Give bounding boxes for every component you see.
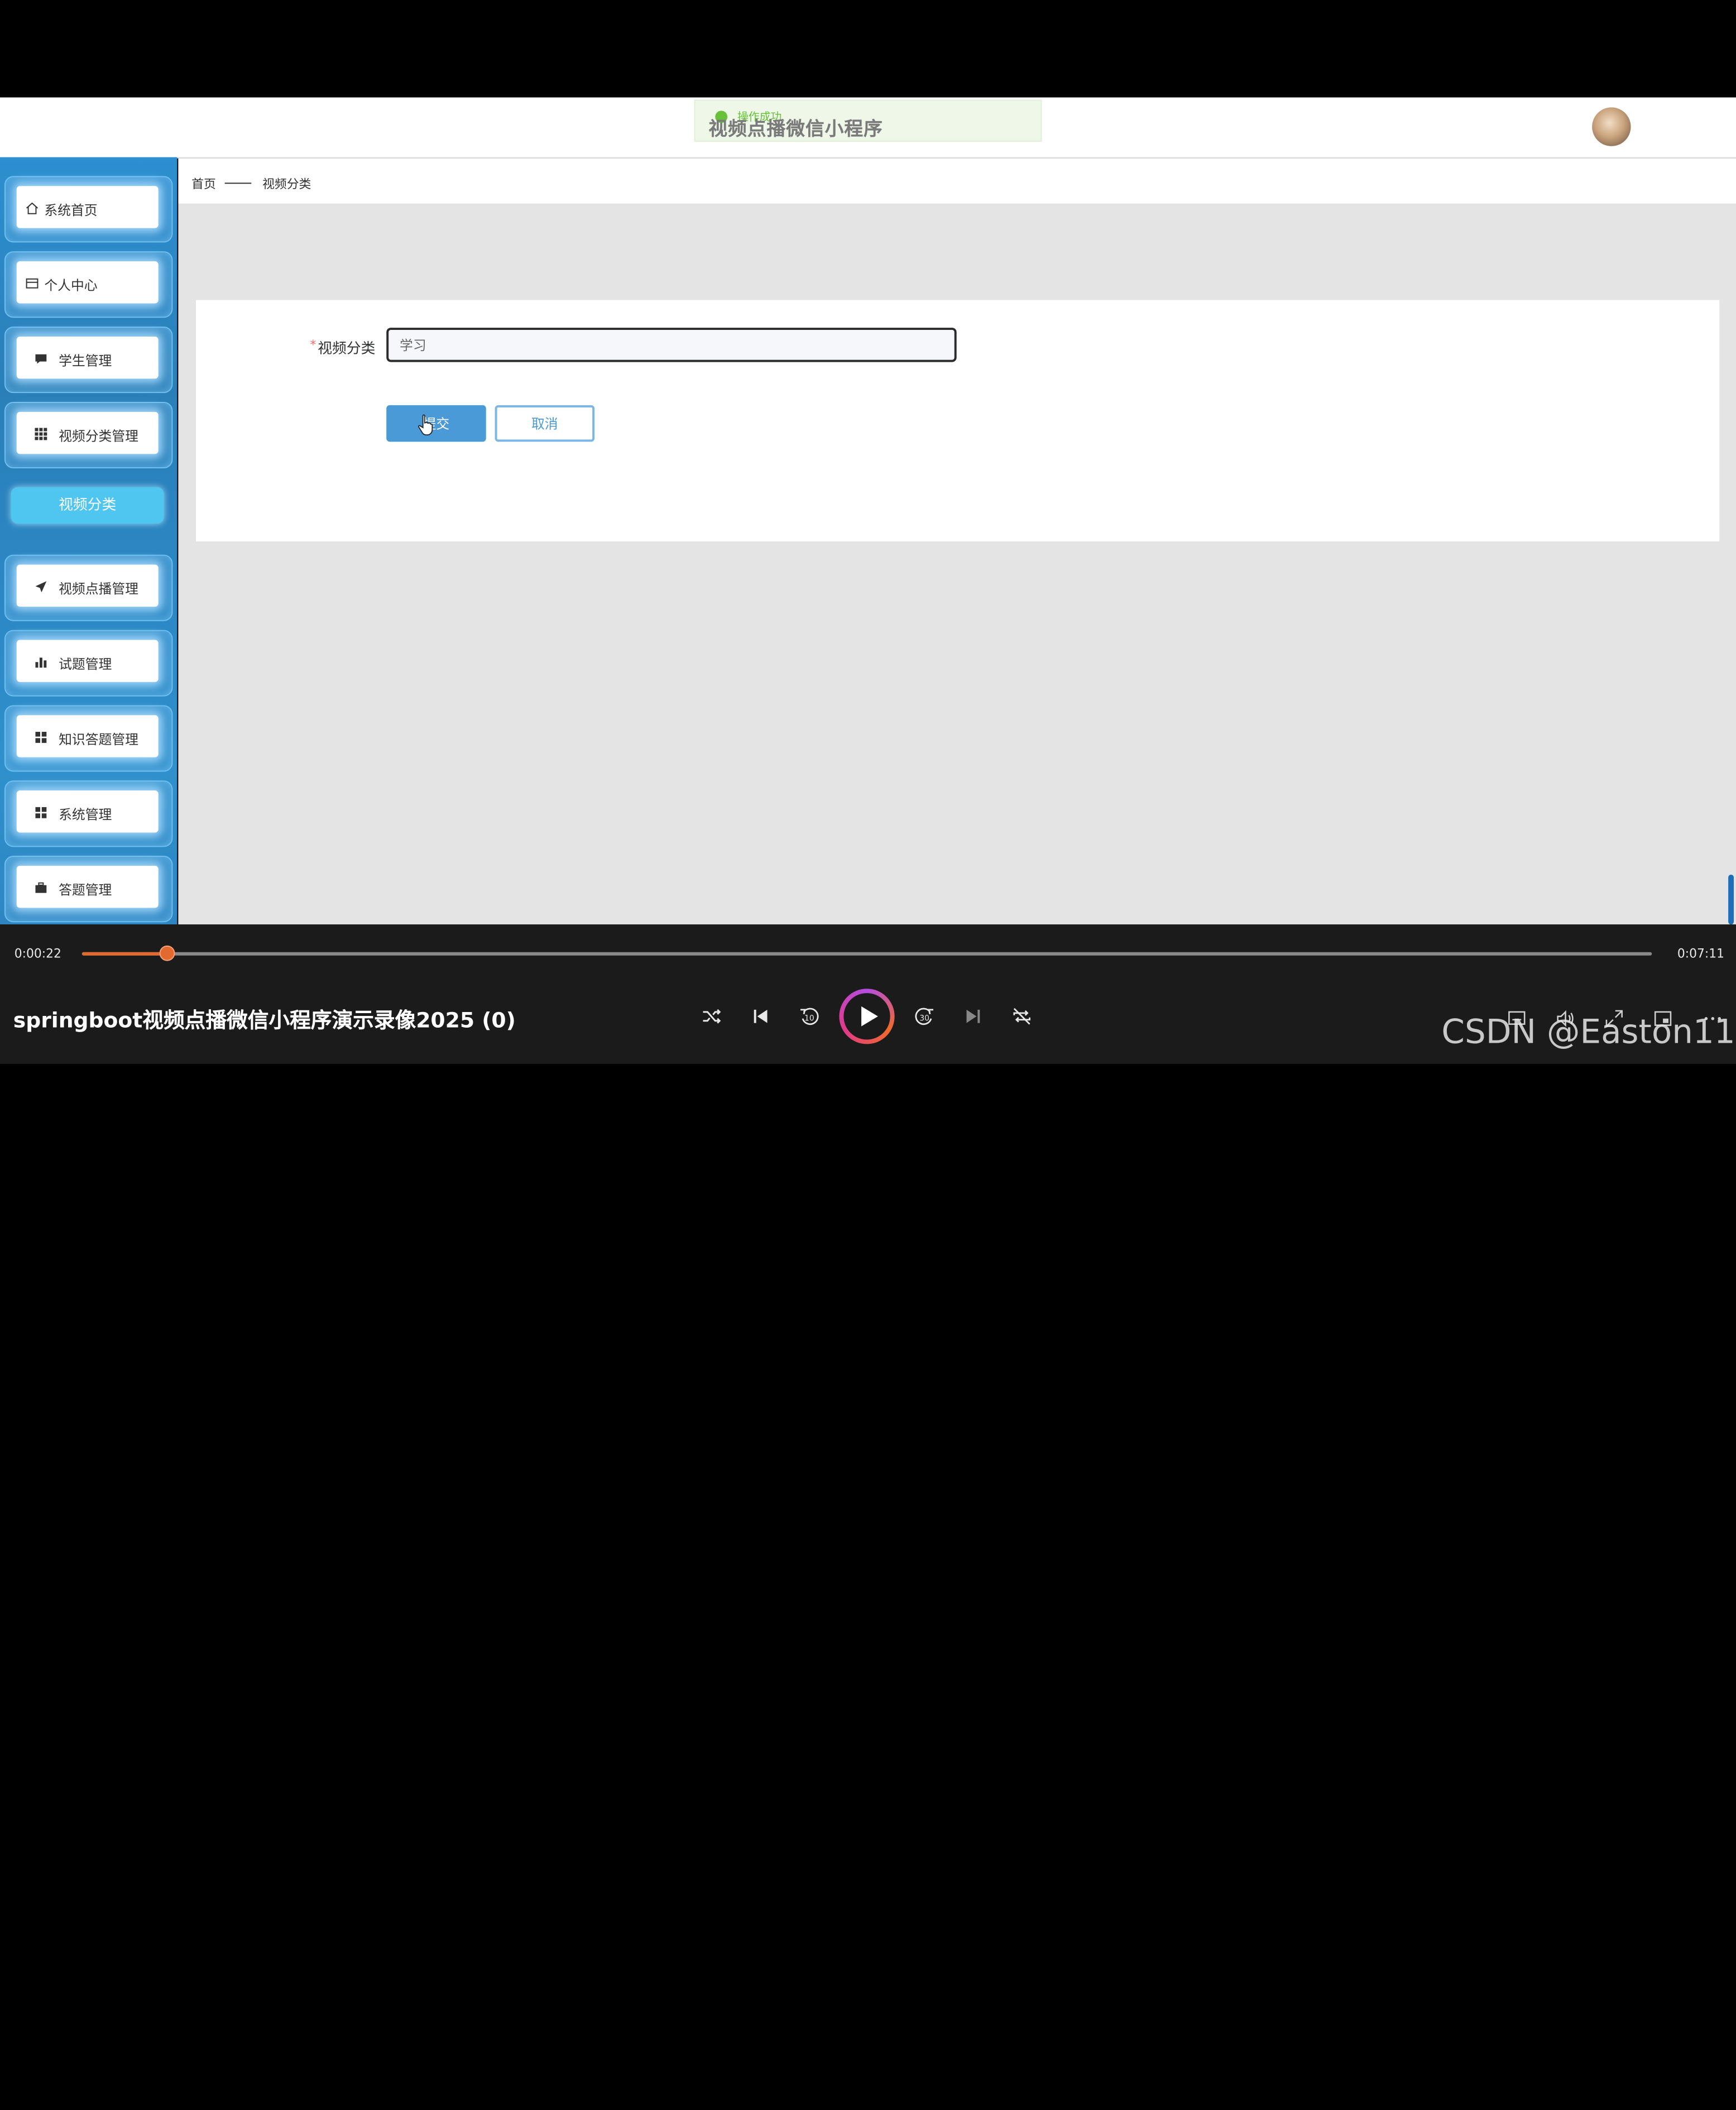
category-field-label: 视频分类 [318, 341, 376, 358]
sidebar-subitem-video-category[interactable]: 视频分类 [11, 487, 164, 524]
sidebar-item-label: 知识答题管理 [59, 732, 138, 747]
screen: 操作成功 视频点播微信小程序 系统首页 个人中心 学生管理 视频分类管理 视频分… [0, 0, 1736, 2110]
sidebar-item-questions-frame: 试题管理 [4, 630, 173, 697]
sidebar-item-answers[interactable]: 答题管理 [16, 866, 159, 908]
sidebar-item-system[interactable]: 系统管理 [16, 790, 159, 833]
category-input[interactable] [386, 328, 957, 362]
grid-icon [34, 428, 47, 441]
video-title: springboot视频点播微信小程序演示录像2025 (0) [13, 1008, 516, 1033]
breadcrumb: 首页 视频分类 [178, 158, 1736, 204]
next-icon[interactable] [961, 1004, 986, 1029]
top-black-bar [0, 0, 1736, 98]
sidebar-item-video-mgmt-frame: 视频点播管理 [4, 554, 173, 621]
sidebar-item-profile[interactable]: 个人中心 [16, 261, 159, 304]
home-icon [26, 202, 39, 215]
sidebar-item-label: 系统管理 [59, 807, 112, 823]
cancel-button[interactable]: 取消 [495, 405, 595, 442]
apps-icon [34, 806, 47, 819]
sidebar-item-label: 系统首页 [44, 202, 98, 218]
sidebar-item-label: 个人中心 [44, 277, 98, 294]
sidebar-item-category-mgmt[interactable]: 视频分类管理 [16, 411, 159, 454]
video-player-bar: 0:00:22 0:07:11 springboot视频点播微信小程序演示录像2… [0, 924, 1736, 1064]
app-header: 操作成功 视频点播微信小程序 [0, 97, 1736, 159]
breadcrumb-separator [224, 183, 252, 184]
play-button-inner [843, 993, 890, 1040]
current-time: 0:00:22 [14, 946, 61, 961]
skip-back-label: 10 [804, 1014, 814, 1023]
sidebar-item-home[interactable]: 系统首页 [16, 186, 159, 228]
sidebar-item-label: 视频分类管理 [59, 428, 138, 444]
seek-bar[interactable] [81, 945, 1652, 961]
sidebar-item-label: 学生管理 [59, 353, 112, 369]
skip-forward-icon[interactable]: 30 [912, 1004, 937, 1029]
app-title: 视频点播微信小程序 [708, 118, 883, 141]
sidebar-item-label: 答题管理 [59, 882, 112, 898]
total-time: 0:07:11 [1677, 946, 1724, 961]
skip-back-icon[interactable]: 10 [797, 1004, 822, 1029]
chat-icon [34, 352, 47, 366]
repeat-icon[interactable] [1010, 1004, 1034, 1029]
required-mark: * [310, 337, 316, 352]
briefcase-icon [34, 881, 47, 895]
bar-chart-icon [34, 655, 47, 669]
apps-icon [34, 731, 47, 744]
shuffle-icon[interactable] [700, 1004, 725, 1029]
play-icon [861, 1006, 878, 1027]
hand-cursor-icon [418, 414, 433, 435]
sidebar-item-students[interactable]: 学生管理 [16, 336, 159, 379]
breadcrumb-current: 视频分类 [262, 177, 311, 192]
sidebar-item-home-frame: 系统首页 [4, 176, 173, 243]
avatar[interactable] [1592, 107, 1631, 146]
sidebar-item-answers-frame: 答题管理 [4, 856, 173, 923]
play-button[interactable] [839, 989, 895, 1044]
form-card: * 视频分类 提交 取消 [196, 300, 1720, 541]
main-content: * 视频分类 提交 取消 [178, 203, 1736, 925]
user-card-icon [26, 277, 39, 290]
sidebar: 系统首页 个人中心 学生管理 视频分类管理 视频分类 视频点播管理 试题管理 知… [0, 157, 178, 925]
skip-forward-label: 30 [919, 1014, 929, 1023]
sidebar-item-quiz-mgmt-frame: 知识答题管理 [4, 705, 173, 772]
sidebar-item-system-frame: 系统管理 [4, 780, 173, 847]
sidebar-item-label: 视频点播管理 [59, 581, 138, 597]
previous-icon[interactable] [749, 1004, 773, 1029]
watermark: CSDN @Easton111 [1441, 1013, 1736, 1052]
sidebar-item-quiz-mgmt[interactable]: 知识答题管理 [16, 715, 159, 757]
sidebar-item-video-mgmt[interactable]: 视频点播管理 [16, 564, 159, 607]
sidebar-item-questions[interactable]: 试题管理 [16, 640, 159, 682]
submit-button[interactable]: 提交 [386, 405, 486, 442]
seek-progress [81, 952, 167, 956]
send-icon [34, 580, 47, 593]
scrollbar[interactable] [1728, 874, 1734, 925]
sidebar-item-label: 试题管理 [59, 656, 112, 672]
breadcrumb-home[interactable]: 首页 [191, 175, 216, 193]
seek-handle[interactable] [159, 945, 175, 961]
sidebar-item-students-frame: 学生管理 [4, 327, 173, 394]
sidebar-item-profile-frame: 个人中心 [4, 251, 173, 318]
sidebar-item-category-mgmt-frame: 视频分类管理 [4, 401, 173, 468]
